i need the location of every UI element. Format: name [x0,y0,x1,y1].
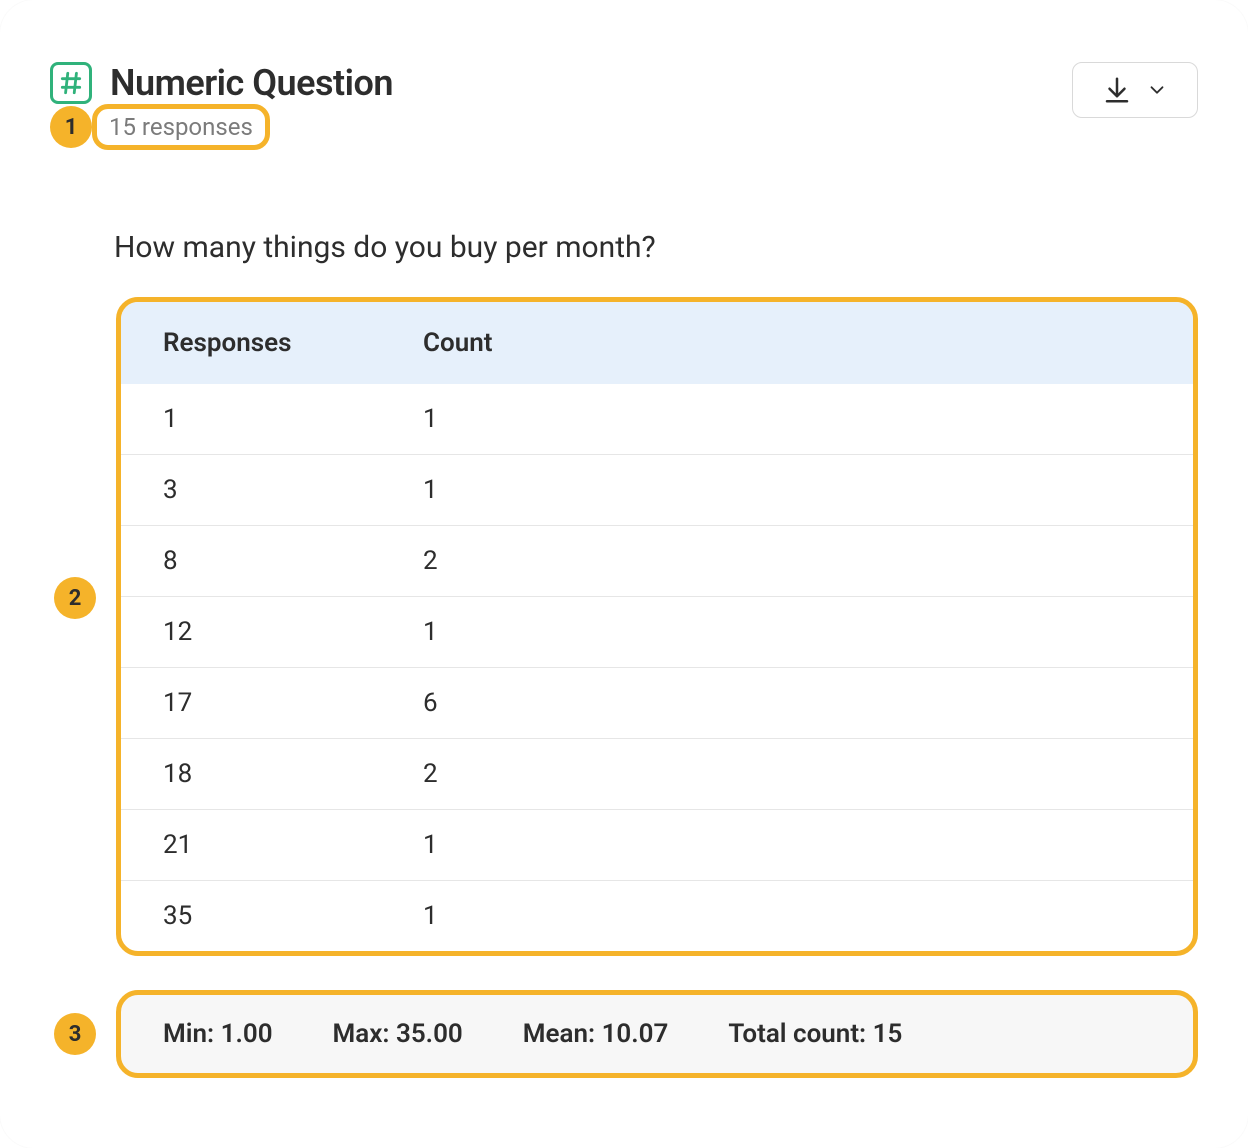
annotation-badge-1: 1 [50,106,92,148]
cell-response: 17 [121,668,381,739]
stats-section: 3 Min: 1.00 Max: 35.00 Mean: 10.07 Total… [54,990,1198,1078]
download-button[interactable] [1072,62,1198,118]
table-row: 351 [121,881,1193,952]
stat-mean-value: 10.07 [602,1019,669,1049]
table-row: 121 [121,597,1193,668]
annotation-highlight-1: 15 responses [92,104,270,150]
table-row: 182 [121,739,1193,810]
table-row: 82 [121,526,1193,597]
stat-mean: Mean: 10.07 [523,1019,669,1049]
stat-max-value: 35.00 [396,1019,463,1049]
cell-response: 3 [121,455,381,526]
stat-total-label: Total count: [728,1019,866,1049]
cell-response: 8 [121,526,381,597]
stat-min-value: 1.00 [221,1019,273,1049]
table-row: 176 [121,668,1193,739]
responses-table-wrap: Responses Count 113182121176182211351 [116,297,1198,956]
annotation-badge-2: 2 [54,577,96,619]
stat-total: Total count: 15 [728,1019,902,1049]
table-row: 31 [121,455,1193,526]
question-type-title: Numeric Question [110,62,393,104]
cell-response: 35 [121,881,381,952]
chevron-down-icon [1146,79,1168,101]
responses-table: Responses Count 113182121176182211351 [121,302,1193,951]
stat-min-label: Min: [163,1019,214,1049]
question-card: Numeric Question 1 15 responses [0,0,1248,1148]
header-responses: Responses [121,302,381,384]
stat-mean-label: Mean: [523,1019,595,1049]
cell-count: 1 [381,597,1193,668]
header-count: Count [381,302,1193,384]
numeric-type-icon [50,62,92,104]
stats-box: Min: 1.00 Max: 35.00 Mean: 10.07 Total c… [116,990,1198,1078]
table-header-row: Responses Count [121,302,1193,384]
cell-count: 2 [381,739,1193,810]
stat-min: Min: 1.00 [163,1019,273,1049]
stat-total-value: 15 [873,1019,903,1049]
cell-count: 6 [381,668,1193,739]
cell-response: 1 [121,384,381,455]
annotation-badge-3: 3 [54,1013,96,1055]
responses-line: 1 15 responses [50,104,393,150]
title-line: Numeric Question [50,62,393,104]
cell-count: 2 [381,526,1193,597]
stat-max: Max: 35.00 [333,1019,463,1049]
cell-count: 1 [381,881,1193,952]
stat-max-label: Max: [333,1019,390,1049]
cell-count: 1 [381,810,1193,881]
cell-response: 12 [121,597,381,668]
table-row: 11 [121,384,1193,455]
header-left: Numeric Question 1 15 responses [50,62,393,150]
table-section: 2 Responses Count 113182121176182211351 [54,297,1198,956]
download-icon [1102,75,1132,105]
cell-response: 18 [121,739,381,810]
card-header: Numeric Question 1 15 responses [50,62,1198,150]
cell-count: 1 [381,384,1193,455]
cell-count: 1 [381,455,1193,526]
table-row: 211 [121,810,1193,881]
cell-response: 21 [121,810,381,881]
question-text: How many things do you buy per month? [114,230,1198,265]
responses-count: 15 responses [109,113,253,141]
